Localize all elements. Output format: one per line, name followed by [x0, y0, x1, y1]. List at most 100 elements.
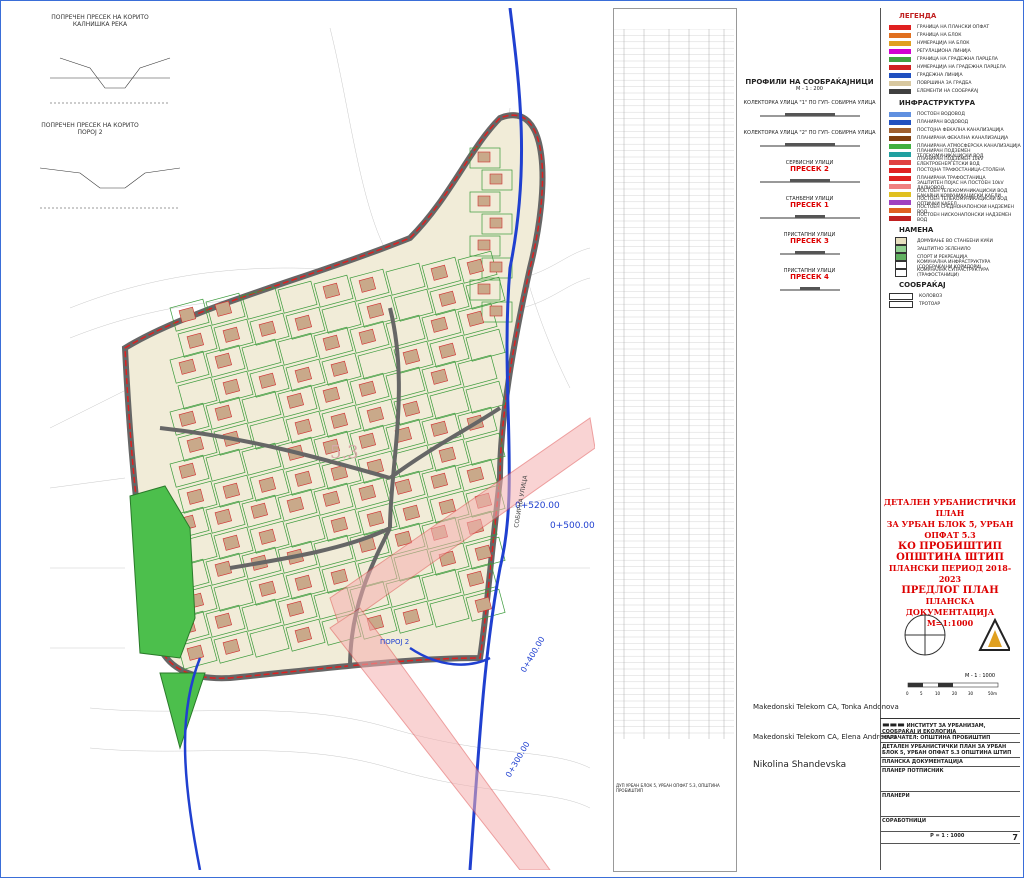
infra-label: ПОСТОЕН ВОДОВОД: [917, 111, 965, 117]
namena-title: НАМЕНА: [899, 226, 934, 234]
legend-label: ЕЛЕМЕНТИ НА СООБРАЌАЈ: [917, 88, 979, 94]
legend-swatch: [889, 48, 911, 54]
infra-item: ПЛАНИРАН ВОДОВОД: [889, 118, 1021, 126]
infra-swatch: [889, 111, 911, 117]
title-l3: КО ПРОБИШТИП: [898, 541, 1002, 552]
profile-1-drawing: [759, 113, 860, 117]
legend-swatch: [889, 24, 911, 30]
namena-swatch: [895, 237, 907, 245]
infra-label: ПЛАНИРАН ВОДОВОД: [917, 119, 969, 125]
tb-scale: Р = 1 : 1000: [930, 833, 965, 839]
legend-label: НУМЕРАЦИЈА НА ГРАДЕЖНА ПАРЦЕЛА: [917, 64, 1006, 70]
namena-item: КОМУНАЛНА СУПРАСТРУКТУРА (ТРАФОСТАНИЦИ): [889, 268, 1021, 278]
sorabotnici: СОРАБОТНИЦИ: [880, 817, 1020, 832]
legend-item: ЕЛЕМЕНТИ НА СООБРАЌАЈ: [889, 87, 1021, 95]
legend-item: ПОВРШИНА ЗА ГРАДБА: [889, 79, 1021, 87]
traffic-swatch: [889, 300, 913, 308]
legend-label: РЕГУЛАЦИОНА ЛИНИЈА: [917, 48, 971, 54]
infra-title: ИНФРАСТРУКТУРА: [899, 99, 976, 107]
scalebar-label: M - 1 : 1000: [965, 673, 995, 679]
traffic-title: СООБРАЌАЈ: [899, 281, 946, 289]
infra-item: ПОСТОЈНА ТРАФОСТАНИЦА-СТОЛБНА: [889, 166, 1021, 174]
signature-3: Nikolina Shandevska: [753, 760, 847, 770]
legend-label: ГРАДЕЖНА ЛИНИЈА: [917, 72, 963, 78]
infra-swatch: [889, 159, 911, 165]
legend-swatch: [889, 72, 911, 78]
legend-swatch: [889, 80, 911, 86]
legend-item: ГРАДЕЖНА ЛИНИЈА: [889, 71, 1021, 79]
infra-swatch: [889, 199, 911, 205]
chainage-3: 0+400.00: [519, 635, 547, 674]
legend-item: НУМЕРАЦИЈА НА ГРАДЕЖНА ПАРЦЕЛА: [889, 63, 1021, 71]
infra-swatch: [889, 119, 911, 125]
doc-type: ПЛАНСКА ДОКУМЕНТАЦИЈА: [880, 758, 1020, 767]
profile-2: КОЛЕКТОРКА УЛИЦА "2" ПО ГУП- СОБИРНА УЛИ…: [742, 130, 877, 152]
naracatel-label: НАРАЧАТЕЛ:: [882, 735, 919, 741]
north-arrow-icon: M - 1 : 1000 0 5 10 20 30 50m: [904, 614, 1010, 696]
poroj-label: ПОРОЈ 2: [380, 638, 409, 646]
profile-1: КОЛЕКТОРКА УЛИЦА "1" ПО ГУП- СОБИРНА УЛИ…: [742, 100, 877, 122]
namena-swatch: [895, 253, 907, 261]
infra-label: ПЛАНИРАНА АТМОСФЕРСКА КАНАЛИЗАЦИЈА: [917, 143, 1021, 149]
infra-label: ПЛАНИРАНА ФЕКАЛНА КАНАЛИЗАЦИЈА: [917, 135, 1009, 141]
legend-item: ГРАНИЦА НА ГРАДЕЖНА ПАРЦЕЛА: [889, 55, 1021, 63]
profile-5-drawing: [779, 251, 840, 255]
profile-3-drawing: [759, 179, 860, 183]
infra-label: ПЛАНИРАН ПОДЗЕМЕН 10kV ЕЛЕКТРОЕНЕРГЕТСКИ…: [917, 157, 984, 167]
profile-6-drawing: [779, 287, 840, 291]
infra-swatch: [889, 191, 911, 197]
title-l5: ПЛАНСКИ ПЕРИОД 2018-2023: [888, 563, 1012, 584]
naracatel: ОПШТИНА ПРОБИШТИП: [920, 735, 991, 741]
title-l4: ОПШТИНА ШТИП: [896, 552, 1004, 563]
urban-plan-map[interactable]: 5.3 0+520.00 0+500.00 0+400.00 0+300.00 …: [30, 8, 595, 870]
infra-label: ПЛАНИРАНА ТРАФОСТАНИЦА: [917, 175, 986, 181]
traffic-swatch: [889, 292, 913, 300]
legend-label: НУМЕРАЦИЈА НА БЛОК: [917, 40, 970, 46]
infra-swatch: [889, 127, 911, 133]
infra-label: ПОСТОЈНА ФЕКАЛНА КАНАЛИЗАЦИЈА: [917, 127, 1004, 133]
scale-t3: 20: [952, 691, 958, 696]
section-1-drawing: [50, 57, 171, 104]
table-grid: [614, 29, 734, 739]
scale-t0: 0: [906, 691, 909, 696]
infra-swatch: [889, 175, 911, 181]
block-label: 5.3: [330, 442, 359, 463]
infra-swatch: [889, 183, 911, 189]
chainage-2: 0+500.00: [550, 521, 595, 531]
namena-item: ЗАШТИТНО ЗЕЛЕНИЛО: [889, 245, 1021, 253]
namena-label: ЗАШТИТНО ЗЕЛЕНИЛО: [917, 246, 971, 252]
infra-item: ПОСТОЈНА ФЕКАЛНА КАНАЛИЗАЦИЈА: [889, 126, 1021, 134]
legend-swatch: [889, 88, 911, 94]
traffic-label: ТРОТОАР: [919, 301, 941, 307]
table-footer: ДУП УРБАН БЛОК 5, УРБАН ОПФАТ 5.3, ОПШТИ…: [616, 783, 720, 793]
profile-3: СЕРВИСНИ УЛИЦИ ПРЕСЕК 2: [742, 160, 877, 188]
infra-label: ПОСТОЕН НИСКОНАПОНСКИ НАДЗЕМЕН ВОД: [917, 213, 1012, 223]
infra-item: ПОСТОЕН ВОДОВОД: [889, 110, 1021, 118]
legend-title: ЛЕГЕНДА: [899, 12, 937, 20]
scale-t1: 5: [920, 691, 923, 696]
legend-label: ПОВРШИНА ЗА ГРАДБА: [917, 80, 972, 86]
title-l6: ПРЕДЛОГ ПЛАН: [901, 585, 999, 596]
scale-t2: 10: [935, 691, 941, 696]
tb-sheet: 7: [1012, 833, 1018, 842]
namena-swatch: [895, 245, 907, 253]
green-triangle: [159, 672, 206, 750]
title-l1: ДЕТАЛЕН УРБАНИСТИЧКИ ПЛАН: [883, 497, 1017, 518]
scale-t4: 30: [968, 691, 974, 696]
title-block: ▬▬▬ ИНСТИТУТ ЗА УРБАНИЗАМ, СООБРАЌАЈ И Е…: [880, 718, 1020, 871]
parcel-table: ДУП УРБАН БЛОК 5, УРБАН ОПФАТ 5.3, ОПШТИ…: [613, 8, 737, 872]
traffic-item: КОЛОВОЗ: [889, 292, 1021, 300]
legend-swatch: [889, 56, 911, 62]
signature-2: Makedonski Telekom CA, Elena Andreeva: [753, 733, 897, 741]
infra-label: ПОСТОЈНА ТРАФОСТАНИЦА-СТОЛБНА: [917, 167, 1005, 173]
legend-label: ГРАНИЦА НА ПЛАНСКИ ОПФАТ: [917, 24, 990, 30]
legend-label: ГРАНИЦА НА БЛОК: [917, 32, 962, 38]
namena-swatch: [895, 269, 907, 277]
profile-6: ПРИСТАПНИ УЛИЦИ ПРЕСЕК 4: [742, 268, 877, 296]
profile-4-drawing: [759, 215, 860, 219]
legend-swatch: [889, 32, 911, 38]
profile-4: СТАНБЕНИ УЛИЦИ ПРЕСЕК 1: [742, 196, 877, 224]
legend-item: ГРАНИЦА НА ПЛАНСКИ ОПФАТ: [889, 23, 1021, 31]
infra-swatch: [889, 167, 911, 173]
infra-swatch: [889, 151, 911, 157]
